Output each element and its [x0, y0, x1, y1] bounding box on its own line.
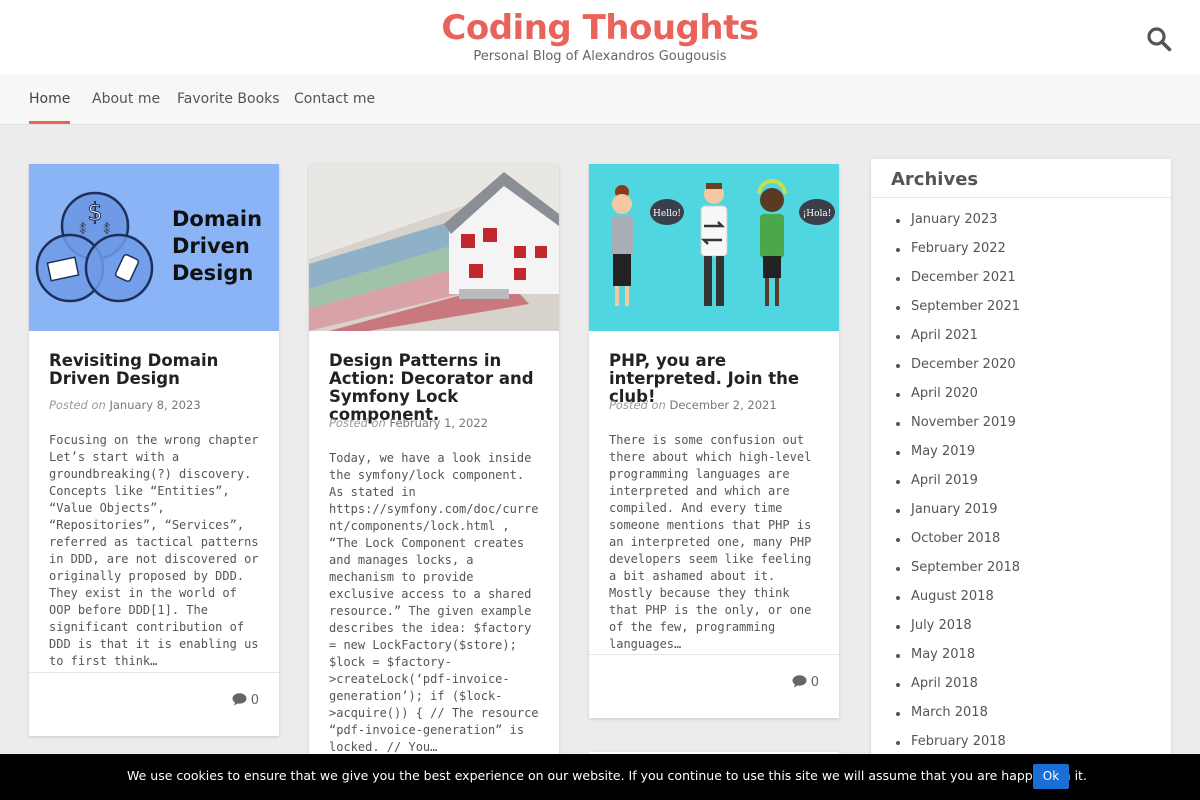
post-date[interactable]: January 8, 2023 — [109, 398, 200, 412]
cookie-message: We use cookies to ensure that we give yo… — [127, 768, 1087, 783]
archive-link[interactable]: October 2018 — [895, 530, 1020, 559]
archive-link[interactable]: May 2019 — [895, 443, 1020, 472]
divider — [871, 197, 1171, 198]
search-button[interactable] — [1146, 26, 1172, 52]
post-title[interactable]: Design Patterns in Action: Decorator and… — [329, 352, 544, 424]
svg-text:$: $ — [103, 221, 111, 235]
post-card: $ $ $ Domain Driven Design Revisiting Do… — [29, 164, 279, 736]
comment-count: 0 — [250, 693, 259, 708]
cookie-banner: We use cookies to ensure that we give yo… — [0, 754, 1200, 800]
comment-icon — [792, 675, 807, 688]
search-icon — [1147, 27, 1172, 52]
archive-link[interactable]: April 2019 — [895, 472, 1020, 501]
nav-item-about-me[interactable]: About me — [92, 74, 160, 124]
archive-link[interactable]: July 2018 — [895, 617, 1020, 646]
nav-item-favorite-books[interactable]: Favorite Books — [177, 74, 280, 124]
sidebar-archives: Archives January 2023 February 2022 Dece… — [871, 159, 1171, 799]
ddd-venn-image: $ $ $ Domain Driven Design — [35, 191, 262, 303]
archive-link[interactable]: May 2018 — [895, 646, 1020, 675]
archive-link[interactable]: November 2019 — [895, 414, 1020, 443]
archive-link[interactable]: December 2020 — [895, 356, 1020, 385]
post-title[interactable]: Revisiting Domain Driven Design — [49, 352, 264, 388]
site-title[interactable]: Coding Thoughts — [0, 8, 1200, 48]
archive-link[interactable]: March 2018 — [895, 704, 1020, 733]
archive-link[interactable]: January 2023 — [895, 211, 1020, 240]
thumb-text-line-2: Driven — [172, 234, 250, 258]
post-meta: Posted on February 1, 2022 — [329, 416, 488, 430]
house-swatches-image — [309, 172, 559, 331]
post-excerpt: Focusing on the wrong chapter Let’s star… — [49, 433, 259, 668]
archive-link[interactable]: January 2019 — [895, 501, 1020, 530]
post-excerpt: Today, we have a look inside the symfony… — [329, 451, 539, 754]
main-nav: Home About me Favorite Books Contact me — [0, 74, 1200, 125]
post-footer: 0 — [29, 672, 279, 736]
thumb-text-line-3: Design — [172, 261, 253, 285]
post-footer: 0 — [589, 654, 839, 718]
post-thumbnail[interactable] — [309, 164, 559, 331]
widget-title: Archives — [891, 169, 979, 190]
archive-link[interactable]: April 2018 — [895, 675, 1020, 704]
cookie-ok-button[interactable]: Ok — [1033, 764, 1069, 789]
archive-link[interactable]: April 2021 — [895, 327, 1020, 356]
nav-item-contact-me[interactable]: Contact me — [294, 74, 375, 124]
posted-on-label: Posted on — [609, 398, 666, 412]
comment-icon — [232, 693, 247, 706]
post-card: Hello! ¡Hola! PHP, you are interpreted. … — [589, 164, 839, 718]
posted-on-label: Posted on — [49, 398, 106, 412]
archive-link[interactable]: September 2021 — [895, 298, 1020, 327]
archive-link[interactable]: April 2020 — [895, 385, 1020, 414]
post-thumbnail[interactable]: $ $ $ Domain Driven Design — [29, 164, 279, 331]
people-greeting-image: Hello! ¡Hola! — [611, 179, 835, 306]
bubble-hello: Hello! — [653, 209, 681, 219]
bubble-hola: ¡Hola! — [803, 209, 832, 219]
svg-text:$: $ — [87, 198, 102, 226]
post-card: Design Patterns in Action: Decorator and… — [309, 164, 559, 764]
comment-count: 0 — [810, 675, 819, 690]
archive-link[interactable]: December 2021 — [895, 269, 1020, 298]
comments-link[interactable]: 0 — [232, 693, 259, 708]
comments-link[interactable]: 0 — [792, 675, 819, 690]
thumb-text-line-1: Domain — [172, 207, 262, 231]
site-header: Coding Thoughts Personal Blog of Alexand… — [0, 0, 1200, 74]
post-excerpt: There is some confusion out there about … — [609, 433, 812, 651]
post-date[interactable]: February 1, 2022 — [389, 416, 488, 430]
posted-on-label: Posted on — [329, 416, 386, 430]
post-meta: Posted on December 2, 2021 — [609, 398, 777, 412]
svg-text:$: $ — [79, 221, 87, 235]
archive-link[interactable]: February 2022 — [895, 240, 1020, 269]
archive-link[interactable]: September 2018 — [895, 559, 1020, 588]
site-tagline: Personal Blog of Alexandros Gougousis — [473, 49, 727, 64]
nav-item-home[interactable]: Home — [29, 74, 71, 124]
post-thumbnail[interactable]: Hello! ¡Hola! — [589, 164, 839, 331]
post-meta: Posted on January 8, 2023 — [49, 398, 201, 412]
post-date[interactable]: December 2, 2021 — [669, 398, 776, 412]
archive-list: January 2023 February 2022 December 2021… — [895, 211, 1020, 762]
archive-link[interactable]: August 2018 — [895, 588, 1020, 617]
